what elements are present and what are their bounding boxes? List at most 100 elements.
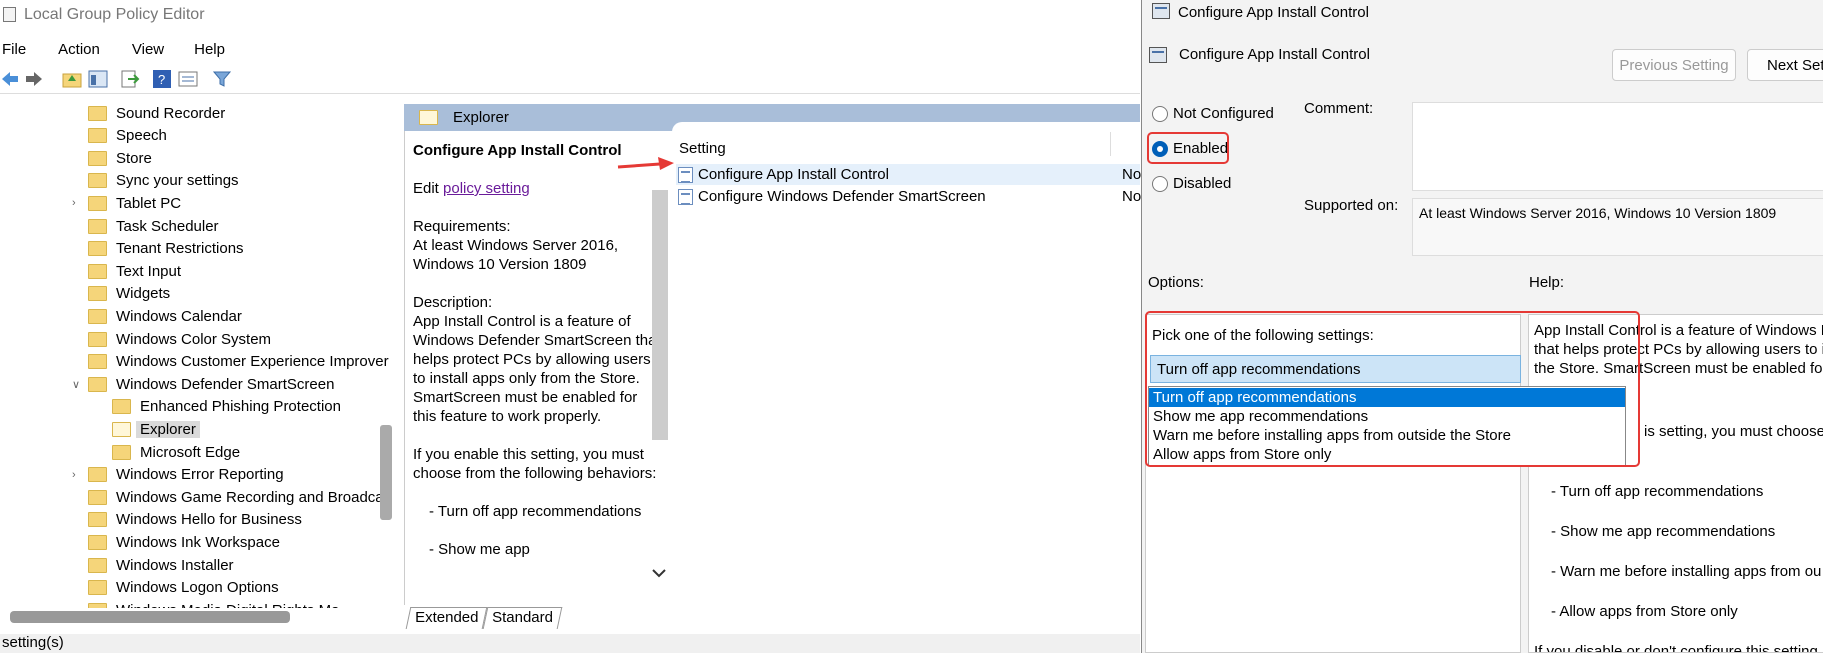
help-text-line: is setting, you must choose fr bbox=[1644, 423, 1823, 440]
help-text-line: - Turn off app recommendations bbox=[1551, 483, 1764, 500]
tree-item[interactable]: Windows Logon Options bbox=[88, 577, 279, 599]
enabled-highlight-box bbox=[1147, 132, 1229, 164]
forward-arrow-icon[interactable] bbox=[24, 69, 44, 89]
tree-item[interactable]: Sync your settings bbox=[88, 170, 239, 192]
tree-item[interactable]: › Windows Error Reporting bbox=[72, 464, 284, 486]
tree-item[interactable]: Store bbox=[88, 147, 152, 169]
tree-item[interactable]: ∨ Windows Defender SmartScreen bbox=[72, 373, 334, 395]
menu-help[interactable]: Help bbox=[194, 41, 225, 58]
previous-setting-button[interactable]: Previous Setting bbox=[1612, 49, 1736, 81]
radio-circle bbox=[1152, 105, 1168, 122]
tree-item-label: Task Scheduler bbox=[116, 217, 219, 235]
tree-item-label: Store bbox=[116, 149, 152, 167]
tree-item[interactable]: Windows Calendar bbox=[88, 305, 242, 327]
group-policy-editor-window: Local Group Policy Editor File Action Vi… bbox=[0, 0, 1142, 653]
export-list-icon[interactable] bbox=[120, 69, 140, 89]
radio-not-configured[interactable]: Not Configured bbox=[1152, 105, 1274, 122]
dialog-window-title: Configure App Install Control bbox=[1178, 3, 1369, 21]
tree-item[interactable]: Windows Color System bbox=[88, 328, 271, 350]
policy-setting-link[interactable]: policy setting bbox=[443, 180, 530, 197]
folder-icon bbox=[88, 580, 107, 596]
list-item[interactable]: Configure Windows Defender SmartScreen N… bbox=[676, 186, 1141, 207]
comment-field[interactable] bbox=[1412, 102, 1823, 191]
tree-item-label: Enhanced Phishing Protection bbox=[140, 398, 341, 416]
tree-item[interactable]: Speech bbox=[88, 125, 167, 147]
column-divider bbox=[1110, 132, 1111, 156]
up-folder-icon[interactable] bbox=[62, 69, 82, 89]
description-text: App Install Control is a feature of Wind… bbox=[413, 313, 661, 425]
chevron-down-icon[interactable] bbox=[652, 565, 666, 583]
tree-item[interactable]: › Tablet PC bbox=[72, 192, 181, 214]
radio-disabled[interactable]: Disabled bbox=[1152, 175, 1231, 192]
menu-view[interactable]: View bbox=[132, 41, 164, 58]
tree-item[interactable]: Windows Customer Experience Improver bbox=[88, 351, 389, 373]
show-hide-tree-icon[interactable] bbox=[88, 69, 108, 89]
tree-item[interactable]: Widgets bbox=[88, 283, 170, 305]
tab-extended[interactable]: Extended bbox=[405, 607, 488, 629]
tree-horizontal-scrollbar[interactable] bbox=[10, 611, 290, 623]
description-block: Description: App Install Control is a fea… bbox=[413, 293, 664, 426]
folder-icon bbox=[88, 534, 107, 550]
radio-not-configured-label: Not Configured bbox=[1173, 105, 1274, 122]
chevron-right-icon[interactable]: › bbox=[72, 197, 76, 209]
tree-item[interactable]: Windows Ink Workspace bbox=[88, 531, 280, 553]
menu-file[interactable]: File bbox=[0, 41, 36, 58]
editor-title: Local Group Policy Editor bbox=[24, 6, 205, 23]
properties-icon[interactable] bbox=[178, 69, 198, 89]
tree-item[interactable]: Windows Media Digital Rights Ma bbox=[88, 599, 339, 608]
tab-standard-label: Standard bbox=[492, 609, 554, 626]
folder-icon bbox=[88, 263, 107, 279]
folder-icon bbox=[88, 557, 107, 573]
help-text-line: - Warn me before installing apps from ou bbox=[1551, 563, 1822, 580]
folder-icon bbox=[88, 489, 107, 505]
policy-setting-icon bbox=[678, 166, 693, 183]
next-setting-button[interactable]: Next Set bbox=[1747, 49, 1823, 81]
back-arrow-icon[interactable] bbox=[0, 69, 20, 89]
list-item[interactable]: Configure App Install Control No bbox=[676, 164, 1142, 185]
folder-icon bbox=[112, 399, 131, 415]
folder-icon bbox=[88, 195, 107, 211]
dialog-title-bar: Configure App Install Control bbox=[1142, 0, 1823, 24]
tree-item-label: Windows Ink Workspace bbox=[116, 533, 280, 551]
filter-icon[interactable] bbox=[212, 69, 232, 89]
tree-item[interactable]: Text Input bbox=[88, 260, 181, 282]
folder-icon bbox=[88, 331, 107, 347]
tree-item[interactable]: Explorer bbox=[112, 418, 200, 440]
tree-item[interactable]: Microsoft Edge bbox=[112, 441, 240, 463]
extended-description-pane: Configure App Install Control Edit polic… bbox=[404, 131, 672, 605]
chevron-right-icon[interactable]: › bbox=[72, 469, 76, 481]
radio-disabled-label: Disabled bbox=[1173, 175, 1232, 192]
tree-vertical-scrollbar[interactable] bbox=[380, 425, 392, 520]
description-scrollbar[interactable] bbox=[652, 190, 668, 440]
tab-standard[interactable]: Standard bbox=[483, 607, 563, 629]
menu-action[interactable]: Action bbox=[58, 41, 100, 58]
status-bar: setting(s) bbox=[0, 634, 1140, 653]
tree-item[interactable]: Enhanced Phishing Protection bbox=[112, 396, 341, 418]
column-header-setting[interactable]: Setting bbox=[679, 140, 726, 157]
tree-item[interactable]: Windows Game Recording and Broadcas bbox=[88, 486, 391, 508]
tree-item[interactable]: Windows Hello for Business bbox=[88, 509, 302, 531]
tree-item-label: Windows Logon Options bbox=[116, 579, 279, 597]
requirements-block: Requirements: At least Windows Server 201… bbox=[413, 217, 664, 274]
description-label: Description: bbox=[413, 294, 493, 311]
tree-item-label: Windows Calendar bbox=[116, 307, 242, 325]
tree-item-label: Widgets bbox=[116, 285, 171, 303]
svg-text:?: ? bbox=[158, 72, 165, 87]
list-item-state: No bbox=[1122, 166, 1142, 183]
navigation-tree: Sound Recorder Speech Store Sync your setti… bbox=[0, 100, 395, 608]
tree-item[interactable]: Tenant Restrictions bbox=[88, 238, 244, 260]
tree-item[interactable]: Windows Installer bbox=[88, 554, 234, 576]
tree-item[interactable]: Sound Recorder bbox=[88, 102, 225, 124]
tree-item[interactable]: Task Scheduler bbox=[88, 215, 219, 237]
menu-bar: File Action View Help bbox=[0, 36, 1140, 62]
folder-icon bbox=[112, 421, 131, 437]
tab-extended-label: Extended bbox=[415, 609, 479, 626]
tree-item-label: Sound Recorder bbox=[116, 104, 226, 122]
edit-policy-line: Edit policy setting bbox=[413, 179, 664, 198]
help-icon[interactable]: ? bbox=[152, 69, 172, 89]
supported-on-value: At least Windows Server 2016, Windows 10… bbox=[1412, 198, 1823, 256]
tree-item-label: Tenant Restrictions bbox=[116, 240, 244, 258]
chevron-down-icon[interactable]: ∨ bbox=[72, 378, 80, 391]
folder-icon bbox=[88, 308, 107, 324]
options-highlight-box bbox=[1145, 311, 1640, 467]
